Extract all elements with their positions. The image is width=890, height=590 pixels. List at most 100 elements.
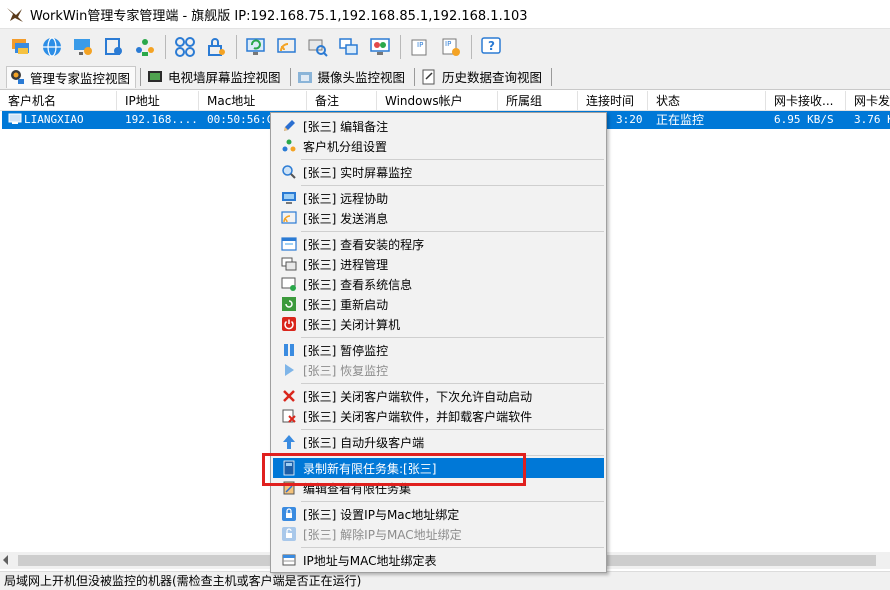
menu-item-realtime-screen[interactable]: [张三] 实时屏幕监控 [273, 162, 604, 182]
menu-separator [301, 547, 604, 548]
view-tab-bar: 管理专家监控视图 电视墙屏幕监控视图 摄像头监控视图 历史数据查询视图 [0, 64, 890, 90]
column-header-group[interactable]: 所属组 [498, 91, 578, 111]
context-menu: [张三] 编辑备注 客户机分组设置 [张三] 实时屏幕监控 [张三] 远程协助 … [270, 112, 607, 573]
cell-status: 正在监控 [656, 113, 705, 127]
message-icon[interactable] [274, 34, 300, 60]
tab-separator [551, 67, 553, 86]
cell-nic-receive: 6.95 KB/S [774, 113, 834, 126]
globe-icon[interactable] [39, 34, 65, 60]
tab-expert-monitor-view[interactable]: 管理专家监控视图 [6, 65, 137, 88]
user-monitor-icon [11, 70, 24, 84]
menu-item-close-uninstall-client[interactable]: [张三] 关闭客户端软件，并卸载客户端软件 [273, 406, 604, 426]
column-header-ip[interactable]: IP地址 [117, 91, 199, 111]
layers-icon[interactable] [8, 34, 34, 60]
pause-icon [281, 342, 297, 358]
monitor-network-icon[interactable] [70, 34, 96, 60]
tab-history-view[interactable]: 历史数据查询视图 [419, 66, 547, 88]
column-header-remark[interactable]: 备注 [307, 91, 377, 111]
cell-client-name: LIANGXIAO [2, 111, 117, 129]
camera-icon [297, 71, 312, 83]
menu-item-restart[interactable]: [张三] 重新启动 [273, 294, 604, 314]
grid-icon[interactable] [172, 34, 198, 60]
toolbar-separator [236, 34, 237, 59]
windows-icon[interactable] [336, 34, 362, 60]
column-header-windows-account[interactable]: Windows帐户 [377, 91, 498, 111]
column-header-status[interactable]: 状态 [648, 91, 766, 111]
menu-item-edit-remark[interactable]: [张三] 编辑备注 [273, 116, 604, 136]
menu-item-system-info[interactable]: [张三] 查看系统信息 [273, 274, 604, 294]
tab-tv-wall-view[interactable]: 电视墙屏幕监控视图 [145, 66, 286, 88]
tab-label: 管理专家监控视图 [30, 70, 131, 86]
menu-item-remote-assist[interactable]: [张三] 远程协助 [273, 188, 604, 208]
menu-item-label: [张三] 关闭客户端软件，并卸载客户端软件 [303, 409, 533, 424]
menu-item-close-client-autostart[interactable]: [张三] 关闭客户端软件，下次允许自动启动 [273, 386, 604, 406]
menu-item-label: 客户机分组设置 [303, 139, 388, 154]
menu-item-auto-upgrade[interactable]: [张三] 自动升级客户端 [273, 432, 604, 452]
play-icon [281, 362, 297, 378]
tab-separator [414, 67, 416, 86]
status-bar: 局域网上开机但没被监控的机器(需检查主机或客户端是否正在运行) [0, 571, 890, 590]
menu-item-shutdown[interactable]: [张三] 关闭计算机 [273, 314, 604, 334]
history-icon [422, 69, 435, 84]
menu-item-send-message[interactable]: [张三] 发送消息 [273, 208, 604, 228]
menu-separator [301, 429, 604, 430]
remote-icon[interactable] [101, 34, 127, 60]
column-header-nic-send[interactable]: 网卡发 [846, 91, 890, 111]
tab-camera-view[interactable]: 摄像头监控视图 [295, 66, 411, 88]
tab-label: 历史数据查询视图 [442, 70, 543, 85]
menu-item-label: [张三] 进程管理 [303, 257, 389, 272]
scroll-left-arrow-icon[interactable] [3, 555, 8, 565]
status-text: 局域网上开机但没被监控的机器(需检查主机或客户端是否正在运行) [4, 574, 362, 588]
menu-item-set-ip-mac-binding[interactable]: [张三] 设置IP与Mac地址绑定 [273, 504, 604, 524]
system-info-icon [281, 276, 297, 292]
column-header-connect-time[interactable]: 连接时间 [578, 91, 648, 111]
users-icon[interactable] [132, 34, 158, 60]
search-monitor-icon[interactable] [305, 34, 331, 60]
pencil-icon [281, 118, 297, 134]
magnifier-icon [281, 164, 297, 180]
cell-nic-send: 3.76 K [854, 113, 890, 126]
menu-item-label: [张三] 查看系统信息 [303, 277, 413, 292]
help-icon[interactable]: ? [478, 34, 504, 60]
menu-item-label: [张三] 恢复监控 [303, 363, 389, 378]
menu-separator [301, 383, 604, 384]
column-header-mac[interactable]: Mac地址 [199, 91, 307, 111]
menu-item-label: [张三] 重新启动 [303, 297, 389, 312]
tab-label: 电视墙屏幕监控视图 [168, 70, 281, 85]
menu-separator [301, 231, 604, 232]
client-list-header: 客户机名 IP地址 Mac地址 备注 Windows帐户 所属组 连接时间 状态… [0, 91, 890, 111]
menu-item-label: [张三] 自动升级客户端 [303, 435, 425, 450]
tab-separator [140, 67, 142, 86]
menu-item-pause-monitor[interactable]: [张三] 暂停监控 [273, 340, 604, 360]
monitor-refresh-icon[interactable] [243, 34, 269, 60]
menu-item-process-management[interactable]: [张三] 进程管理 [273, 254, 604, 274]
menu-item-label: [张三] 设置IP与Mac地址绑定 [303, 507, 460, 522]
menu-item-resume-monitor[interactable]: [张三] 恢复监控 [273, 360, 604, 380]
uninstall-icon [281, 408, 297, 424]
power-icon [281, 316, 297, 332]
column-header-client-name[interactable]: 客户机名 [0, 91, 117, 111]
menu-separator [301, 501, 604, 502]
menu-item-remove-ip-mac-binding[interactable]: [张三] 解除IP与MAC地址绑定 [273, 524, 604, 544]
computer-icon [8, 113, 22, 124]
cell-ip: 192.168.... [125, 113, 198, 126]
title-bar: WorkWin管理专家管理端 - 旗舰版 IP:192.168.75.1,192… [0, 0, 890, 28]
menu-item-installed-programs[interactable]: [张三] 查看安装的程序 [273, 234, 604, 254]
lock-icon[interactable] [203, 34, 229, 60]
toolbar-separator [400, 34, 401, 59]
menu-separator [301, 337, 604, 338]
highlight-annotation-box [262, 453, 526, 486]
window-title: WorkWin管理专家管理端 - 旗舰版 IP:192.168.75.1,192… [30, 8, 528, 24]
ip-tag-icon[interactable]: IP [407, 34, 433, 60]
menu-item-ip-mac-binding-table[interactable]: IP地址与MAC地址绑定表 [273, 550, 604, 570]
menu-item-label: [张三] 发送消息 [303, 211, 389, 226]
main-toolbar: IP IP ? [0, 28, 890, 64]
toolbar-separator [471, 34, 472, 59]
menu-item-label: [张三] 远程协助 [303, 191, 389, 206]
ip-lock-icon[interactable]: IP [438, 34, 464, 60]
monitor-chart-icon[interactable] [367, 34, 393, 60]
column-header-nic-receive[interactable]: 网卡接收... [766, 91, 846, 111]
menu-item-label: [张三] 解除IP与MAC地址绑定 [303, 527, 462, 542]
menu-item-group-settings[interactable]: 客户机分组设置 [273, 136, 604, 156]
app-logo-icon [7, 8, 23, 22]
